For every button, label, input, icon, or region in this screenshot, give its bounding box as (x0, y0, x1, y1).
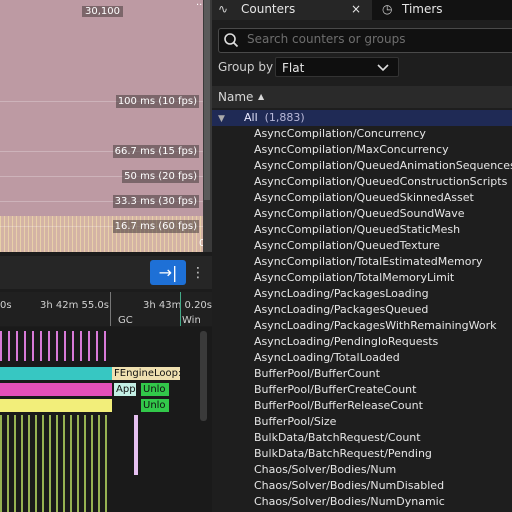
counter-row[interactable]: AsyncCompilation/TotalEstimatedMemory (212, 254, 512, 270)
follow-track-button[interactable]: →| (150, 260, 186, 285)
counter-row[interactable]: AsyncLoading/PendingIoRequests (212, 334, 512, 350)
counter-row[interactable]: AsyncCompilation/QueuedTexture (212, 238, 512, 254)
counter-row[interactable]: BufferPool/BufferCount (212, 366, 512, 382)
ruler-tick-right: 3h 43m 0.20s (143, 300, 212, 311)
search-icon (224, 33, 239, 48)
counter-row[interactable]: BufferPool/Size (212, 414, 512, 430)
counter-row[interactable]: AsyncCompilation/MaxConcurrency (212, 142, 512, 158)
counter-rows: AsyncCompilation/Concurrency AsyncCompila… (212, 126, 512, 510)
group-label: All (244, 111, 258, 124)
task-track-events (0, 415, 112, 512)
collapse-arrow-icon[interactable]: ▼ (212, 111, 244, 127)
group-by-value: Flat (282, 61, 305, 75)
frames-graph[interactable]: 30,100 ·· 100 ms (10 fps) 66.7 ms (15 fp… (0, 0, 207, 252)
counter-row[interactable]: AsyncCompilation/Concurrency (212, 126, 512, 142)
counter-row[interactable]: BufferPool/BufferCreateCount (212, 382, 512, 398)
counter-row[interactable]: AsyncCompilation/QueuedSkinnedAsset (212, 190, 512, 206)
unlo-event-1[interactable]: Unlo (141, 383, 169, 396)
counter-row[interactable]: BulkData/BatchRequest/Pending (212, 446, 512, 462)
fps-label-15: 66.7 ms (15 fps) (112, 145, 199, 158)
sort-ascending-icon: ▲ (258, 92, 265, 101)
tab-bar: ∿ Counters × ◷ Timers (212, 0, 512, 20)
counter-row[interactable]: BulkData/BatchRequest/Count (212, 430, 512, 446)
time-ruler[interactable]: 0s 3h 42m 55.0s 3h 43m 0.20s GC Win (0, 292, 212, 326)
app-event[interactable]: App (114, 383, 136, 396)
counter-row[interactable]: AsyncLoading/TotalLoaded (212, 350, 512, 366)
counter-row[interactable]: Chaos/Solver/Bodies/NumDisabled (212, 478, 512, 494)
counters-tab-icon: ∿ (218, 2, 229, 16)
counter-row[interactable]: AsyncLoading/PackagesWithRemainingWork (212, 318, 512, 334)
counter-row[interactable]: AsyncCompilation/QueuedStaticMesh (212, 222, 512, 238)
name-column-header[interactable]: Name (218, 86, 253, 108)
counter-row[interactable]: AsyncCompilation/QueuedSoundWave (212, 206, 512, 222)
gc-marker-label: GC (118, 315, 133, 326)
counter-row[interactable]: AsyncLoading/PackagesQueued (212, 302, 512, 318)
counter-row[interactable]: AsyncLoading/PackagesLoading (212, 286, 512, 302)
thread-track-events (0, 331, 110, 361)
ruler-tick-left: 0s (0, 300, 12, 311)
group-count: (1,883) (264, 111, 305, 124)
group-by-label: Group by (218, 60, 274, 74)
gc-marker-line (110, 292, 111, 326)
render-thread-bar[interactable] (0, 383, 112, 396)
frames-menu-dots[interactable]: ·· (196, 0, 202, 11)
win-marker-label: Win (182, 315, 201, 326)
counter-row[interactable]: Chaos/Solver/Bodies/NumDynamic (212, 494, 512, 510)
fps-label-30: 33.3 ms (30 fps) (112, 195, 199, 208)
tab-counters-label: Counters (241, 2, 296, 16)
chevron-down-icon (377, 64, 389, 72)
group-by-dropdown[interactable]: Flat (275, 57, 399, 77)
timers-tab-icon: ◷ (382, 2, 393, 16)
search-placeholder: Search counters or groups (247, 32, 406, 46)
timing-tracks[interactable]: FEngineLoop: App Unlo Unlo (0, 327, 212, 512)
task-marker (134, 415, 138, 475)
game-thread-bar[interactable] (0, 367, 112, 380)
fps-label-10: 100 ms (10 fps) (115, 95, 199, 108)
group-row-all[interactable]: ▼ All (1,883) (212, 110, 512, 126)
counters-list: ▼ All (1,883) AsyncCompilation/Concurrenc… (212, 110, 512, 510)
table-header[interactable]: Name ▲ (212, 86, 512, 108)
fps-label-20: 50 ms (20 fps) (122, 170, 199, 183)
search-field[interactable]: Search counters or groups (218, 28, 512, 53)
tab-timers-label: Timers (402, 2, 443, 16)
worker-thread-bar[interactable] (0, 399, 112, 412)
frames-scroll-thumb[interactable] (204, 0, 210, 200)
counter-row[interactable]: BufferPool/BufferReleaseCount (212, 398, 512, 414)
more-options-icon[interactable]: ⋮ (191, 262, 205, 284)
engine-loop-event[interactable]: FEngineLoop: (112, 367, 181, 380)
close-tab-icon[interactable]: × (351, 0, 361, 20)
counter-row[interactable]: Chaos/Solver/Bodies/Num (212, 462, 512, 478)
counter-row[interactable]: AsyncCompilation/QueuedAnimationSequence… (212, 158, 512, 174)
counter-row[interactable]: AsyncCompilation/QueuedConstructionScrip… (212, 174, 512, 190)
unlo-event-2[interactable]: Unlo (141, 399, 169, 412)
fps-label-60: 16.7 ms (60 fps) (112, 220, 199, 233)
win-marker-line (180, 292, 181, 326)
tracks-scrollbar[interactable] (200, 331, 207, 421)
timing-insights-pane: 30,100 ·· 100 ms (10 fps) 66.7 ms (15 fp… (0, 0, 212, 512)
frames-top-value: 30,100 (82, 6, 123, 17)
counter-row[interactable]: AsyncCompilation/TotalMemoryLimit (212, 270, 512, 286)
counters-pane: ∿ Counters × ◷ Timers Search counters or… (212, 0, 512, 512)
ruler-tick-mid: 3h 42m 55.0s (40, 300, 109, 311)
